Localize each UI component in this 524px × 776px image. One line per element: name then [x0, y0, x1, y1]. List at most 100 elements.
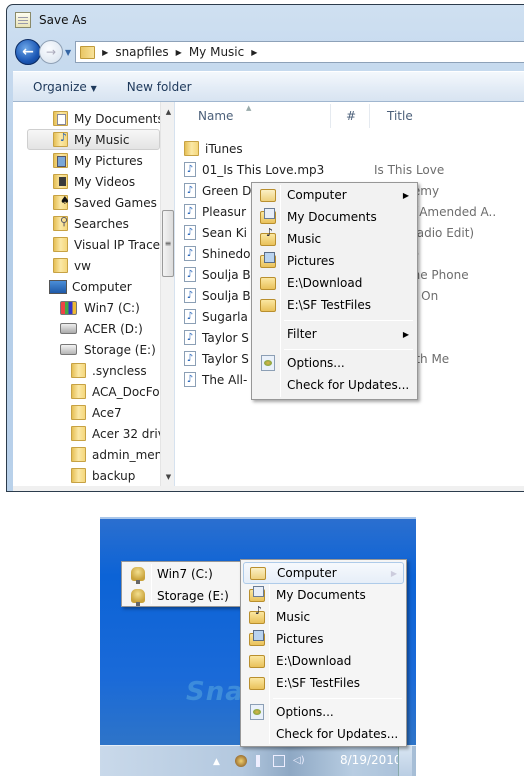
forward-arrow-icon: → — [45, 45, 57, 59]
forward-button[interactable]: → — [39, 40, 63, 64]
nav-item-my-videos[interactable]: My Videos — [53, 171, 135, 192]
file-row[interactable]: ♪ Green D — [184, 180, 251, 201]
tray-menu-item-pictures[interactable]: Pictures — [243, 628, 404, 650]
breadcrumb-chevron-icon[interactable]: ▶ — [102, 48, 108, 57]
file-name: Sean Ki — [202, 225, 247, 240]
submenu-item-storage-e[interactable]: Storage (E:) — [124, 585, 240, 607]
music-folder-icon — [249, 604, 265, 624]
nav-item-acer-d[interactable]: ACER (D:) — [60, 318, 143, 339]
nav-item-admin-menu[interactable]: admin_menu — [71, 444, 170, 465]
file-name: The All- — [202, 372, 248, 387]
audio-file-icon: ♪ — [184, 330, 196, 345]
menu-item-pictures[interactable]: Pictures — [254, 250, 415, 272]
menu-item-download[interactable]: E:\Download — [254, 272, 415, 294]
nav-item-syncless[interactable]: .syncless — [71, 360, 147, 381]
menu-item-filter[interactable]: Filter ▶ — [254, 323, 415, 345]
file-row[interactable]: ♪ Soulja B — [184, 264, 251, 285]
pictures-folder-icon — [249, 629, 265, 646]
menu-item-my-documents[interactable]: My Documents — [254, 206, 415, 228]
nav-item-my-music[interactable]: My Music — [27, 129, 160, 150]
file-row[interactable]: ♪ Sugarla — [184, 306, 248, 327]
folder-icon — [249, 654, 265, 668]
column-divider[interactable] — [330, 104, 331, 128]
file-row[interactable]: ♪ Pleasur — [184, 201, 246, 222]
nav-item-ace7[interactable]: Ace7 — [71, 402, 122, 423]
file-name: Green D — [202, 183, 252, 198]
column-header-number[interactable]: # — [346, 102, 356, 130]
tray-menu-item-sf-testfiles[interactable]: E:\SF TestFiles — [243, 672, 404, 694]
file-name: Soulja B — [202, 288, 251, 303]
menu-item-sf-testfiles[interactable]: E:\SF TestFiles — [254, 294, 415, 316]
scrollbar-thumb[interactable]: ≡ — [162, 210, 174, 277]
tray-menu-item-my-documents[interactable]: My Documents — [243, 584, 404, 606]
breadcrumb-chevron-icon[interactable]: ▶ — [176, 48, 182, 57]
show-desktop-button[interactable] — [398, 746, 412, 776]
clock-date[interactable]: 8/19/2010 — [340, 753, 402, 767]
column-divider[interactable] — [369, 104, 370, 128]
audio-file-icon: ♪ — [184, 204, 196, 219]
file-name: Soulja B — [202, 267, 251, 282]
menu-item-music[interactable]: Music — [254, 226, 415, 250]
nav-item-vw[interactable]: vw — [53, 255, 91, 276]
file-name: Taylor S — [202, 351, 249, 366]
column-header-title[interactable]: Title — [387, 102, 413, 130]
menu-item-options[interactable]: Options... — [254, 352, 415, 374]
videos-folder-icon — [53, 174, 68, 189]
menu-item-check-updates[interactable]: Check for Updates... — [254, 374, 415, 396]
back-arrow-icon: ← — [22, 44, 34, 60]
scroll-down-arrow-icon[interactable]: ▼ — [161, 469, 174, 484]
navigation-pane: My Documents My Music My Pictures My Vid… — [13, 102, 175, 486]
file-row[interactable]: ♪ Shinedo — [184, 243, 251, 264]
file-row[interactable]: ♪ Taylor S — [184, 327, 249, 348]
nav-scrollbar[interactable]: ▲ ≡ ▼ — [160, 102, 174, 486]
file-row[interactable]: ♪ Soulja B — [184, 285, 251, 306]
tray-menu-item-options[interactable]: Options... — [243, 701, 404, 723]
file-row[interactable]: ♪ Sean Ki — [184, 222, 247, 243]
nav-item-saved-games[interactable]: Saved Games — [53, 192, 157, 213]
tray-menu-item-download[interactable]: E:\Download — [243, 650, 404, 672]
show-hidden-icons-button[interactable]: ▲ — [213, 757, 220, 767]
scroll-up-arrow-icon[interactable]: ▲ — [161, 104, 174, 119]
tray-menu-item-check-updates[interactable]: Check for Updates... — [243, 723, 404, 745]
storage-drive-icon — [60, 344, 77, 355]
column-header-name[interactable]: Name — [198, 102, 233, 130]
nav-item-computer[interactable]: Computer — [49, 276, 132, 297]
nav-item-storage-e[interactable]: Storage (E:) — [60, 339, 156, 360]
tray-menu-item-computer[interactable]: Computer ▶ — [243, 562, 404, 584]
recent-pages-dropdown[interactable]: ▼ — [65, 48, 71, 57]
nav-item-searches[interactable]: Searches — [53, 213, 129, 234]
file-name: 01_Is This Love.mp3 — [202, 162, 325, 177]
folder-icon — [260, 298, 276, 312]
back-button[interactable]: ← — [15, 39, 41, 65]
submenu-item-win7-c[interactable]: Win7 (C:) — [124, 563, 240, 585]
games-folder-icon — [53, 194, 68, 210]
nav-item-win7-c[interactable]: Win7 (C:) — [60, 297, 140, 318]
documents-folder-icon — [53, 111, 68, 126]
organize-button[interactable]: Organize ▼ — [33, 80, 97, 94]
nav-item-visual-ip-trace[interactable]: Visual IP Trace — [53, 234, 160, 255]
nav-item-backup[interactable]: backup — [71, 465, 135, 486]
tray-menu-item-music[interactable]: Music — [243, 604, 404, 628]
breadcrumb-my-music[interactable]: My Music — [189, 45, 244, 59]
breadcrumb-snapfiles[interactable]: snapfiles — [115, 45, 168, 59]
file-row[interactable]: ♪ The All- — [184, 369, 247, 390]
file-row[interactable]: ♪ 01_Is This Love.mp3 — [184, 159, 324, 180]
drive-icon — [60, 323, 77, 334]
computer-submenu: Win7 (C:) Storage (E:) — [121, 561, 243, 607]
app-tray-icon[interactable] — [235, 755, 247, 767]
nav-item-my-pictures[interactable]: My Pictures — [53, 150, 143, 171]
breadcrumb-chevron-icon[interactable]: ▶ — [251, 48, 257, 57]
file-row[interactable]: ♪ Taylor S — [184, 348, 249, 369]
file-row[interactable]: iTunes — [184, 138, 243, 159]
flag-tray-icon[interactable] — [256, 755, 260, 767]
music-folder-icon — [260, 226, 276, 246]
menu-item-computer[interactable]: Computer ▶ — [254, 184, 415, 206]
file-title: Is This Love — [374, 162, 445, 177]
documents-folder-icon — [249, 585, 265, 602]
command-bar: Organize ▼ New folder — [13, 71, 524, 101]
nav-item-my-documents[interactable]: My Documents — [53, 108, 164, 129]
address-bar[interactable]: ▶ snapfiles ▶ My Music ▶ — [75, 41, 524, 63]
new-folder-button[interactable]: New folder — [127, 80, 192, 94]
volume-tray-icon[interactable]: ◁) — [293, 755, 305, 767]
network-tray-icon[interactable] — [273, 755, 285, 767]
